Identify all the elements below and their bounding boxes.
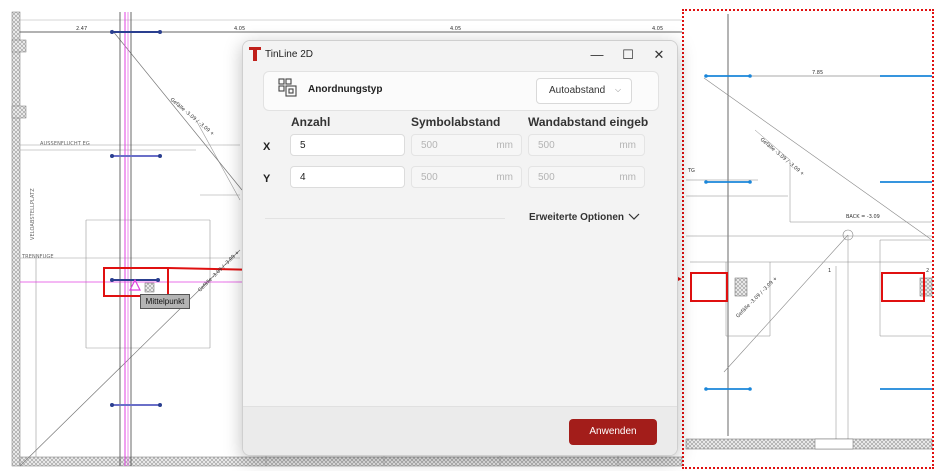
symbol-spacing-y-unit: mm: [496, 172, 513, 183]
blue-symbol[interactable]: [110, 30, 162, 34]
arrangement-type-select[interactable]: Autoabstand ⌵: [536, 78, 632, 104]
chevron-down-icon: ⌵: [615, 85, 622, 94]
symbol-spacing-x-value: 500: [421, 140, 438, 151]
count-y-value: 4: [300, 172, 306, 183]
tinline-dialog: TinLine 2D — ☐ ✕ Anordnungstyp Autoabsta…: [242, 40, 678, 456]
wall-spacing-y-input[interactable]: 500 mm: [528, 166, 645, 188]
gefaelle-label: Gefälle -3.09 / -3.09 +: [169, 97, 216, 137]
tinline-logo-icon: [249, 47, 261, 61]
cad-label-aussenflucht: AUSSENFLUCHT EG: [40, 141, 90, 147]
blue-symbol[interactable]: [110, 403, 162, 407]
count-x-input[interactable]: 5: [290, 134, 405, 156]
wall-spacing-x-unit: mm: [619, 140, 636, 151]
snap-tooltip: Mittelpunkt: [140, 294, 190, 309]
advanced-options-toggle[interactable]: Erweiterte Optionen: [529, 212, 624, 223]
symbol-spacing-y-value: 500: [421, 172, 438, 183]
wall-spacing-x-value: 500: [538, 140, 555, 151]
diagonal-line: [111, 29, 243, 191]
symbol-spacing-x-input[interactable]: 500 mm: [411, 134, 522, 156]
minimize-button[interactable]: —: [586, 45, 608, 65]
window-title: TinLine 2D: [265, 49, 313, 60]
cad-label-velo: VELOABSTELLPLATZ: [30, 188, 36, 240]
column-header-wall-spacing: Wandabstand eingeb: [528, 115, 649, 129]
arrangement-type-value: Autoabstand: [549, 85, 606, 96]
wall-hatch-small: [11, 39, 27, 53]
column-header-count: Anzahl: [291, 115, 331, 129]
wall-hatch-bottom: [19, 456, 683, 467]
dimension-text: 4.05: [652, 26, 663, 32]
count-y-input[interactable]: 4: [290, 166, 405, 188]
maximize-button[interactable]: ☐: [617, 45, 639, 65]
title-bar[interactable]: TinLine 2D — ☐ ✕: [243, 41, 677, 69]
chevron-down-icon[interactable]: [627, 211, 641, 223]
symbol-spacing-y-input[interactable]: 500 mm: [411, 166, 522, 188]
gefaelle-label: Gefälle -3.09 / -3.09 +: [197, 250, 241, 294]
dimension-text: 4.05: [234, 26, 245, 32]
zoom-highlight-left: [690, 272, 728, 302]
arrangement-type-label: Anordnungstyp: [308, 84, 383, 95]
count-x-value: 5: [300, 140, 306, 151]
close-button[interactable]: ✕: [648, 45, 670, 65]
row-label-y: Y: [263, 173, 271, 185]
apply-button[interactable]: Anwenden: [569, 419, 657, 445]
dimension-text: 2.47: [76, 26, 87, 32]
dialog-footer: Anwenden: [243, 406, 677, 455]
selection-highlight: [103, 267, 169, 297]
dimension-text: 4.05: [450, 26, 461, 32]
section-divider: [265, 218, 505, 219]
arrangement-type-card: Anordnungstyp Autoabstand ⌵: [263, 71, 659, 111]
row-label-x: X: [263, 141, 271, 153]
zoom-highlight-right: [881, 272, 925, 302]
cad-label-trennfuge: TRENNFUGE: [22, 254, 54, 260]
wall-spacing-y-unit: mm: [619, 172, 636, 183]
column-header-symbol-spacing: Symbolabstand: [411, 115, 501, 129]
grid-arrangement-icon: [278, 78, 297, 97]
symbol-spacing-x-unit: mm: [496, 140, 513, 151]
wall-spacing-x-input[interactable]: 500 mm: [528, 134, 645, 156]
wall-hatch-small: [11, 105, 27, 119]
wall-spacing-y-value: 500: [538, 172, 555, 183]
wall-hatch: [11, 11, 21, 467]
blue-symbol[interactable]: [110, 154, 162, 158]
zoom-frame: [682, 9, 934, 469]
